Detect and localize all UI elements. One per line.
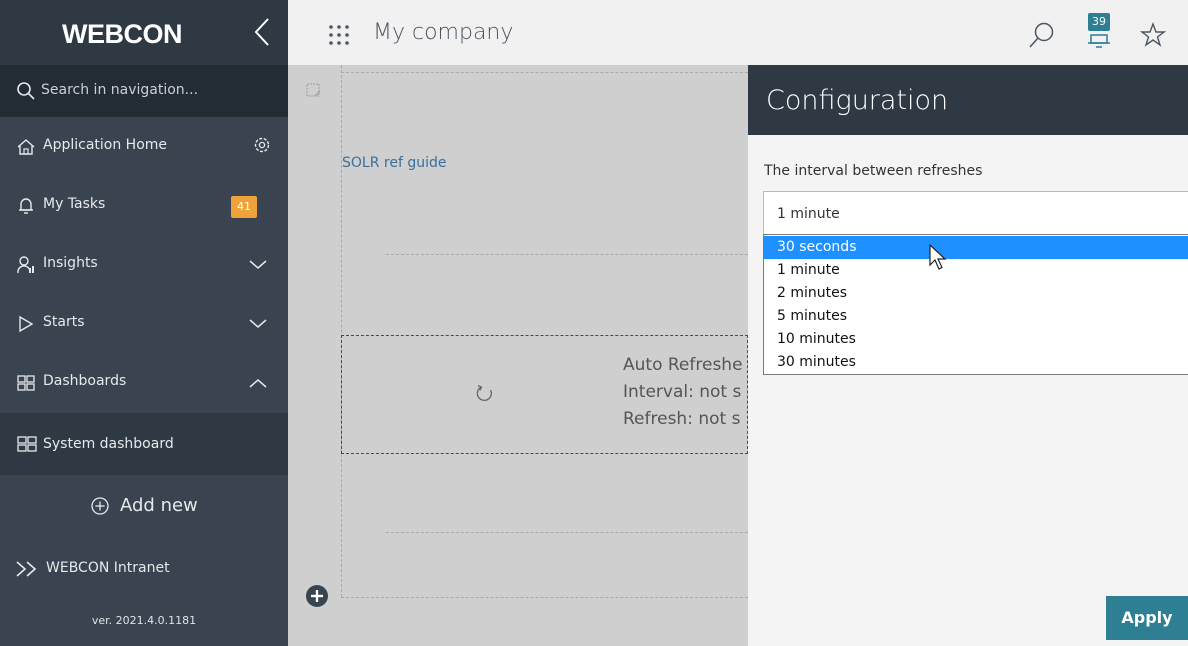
brand-bar: WEBCON bbox=[0, 0, 288, 65]
search-placeholder: Search in navigation... bbox=[41, 82, 199, 98]
sidebar-item-dashboards[interactable]: Dashboards bbox=[0, 353, 288, 412]
star-icon[interactable] bbox=[1140, 22, 1166, 48]
edit-cell-icon[interactable] bbox=[306, 83, 322, 99]
sidebar-item-label: My Tasks bbox=[43, 196, 106, 212]
sidebar-item-insights[interactable]: Insights bbox=[0, 235, 288, 294]
row-guide bbox=[341, 72, 748, 73]
interval-field-label: The interval between refreshes bbox=[764, 163, 983, 179]
gear-icon[interactable] bbox=[252, 135, 272, 155]
add-new-button[interactable]: Add new bbox=[0, 476, 288, 536]
brand-logo: WEBCON bbox=[62, 19, 183, 49]
collapse-sidebar-icon[interactable] bbox=[250, 16, 276, 48]
sidebar-item-webcon-intranet[interactable]: WEBCON Intranet bbox=[0, 540, 288, 596]
widget-interval-text: Interval: not s bbox=[623, 382, 742, 402]
sidebar-subitem-system-dashboard[interactable]: System dashboard bbox=[0, 413, 288, 475]
sidebar-item-starts[interactable]: Starts bbox=[0, 294, 288, 353]
sidebar-item-label: WEBCON Intranet bbox=[46, 560, 170, 576]
apps-grid-icon[interactable] bbox=[328, 24, 350, 46]
navigation-search[interactable]: Search in navigation... bbox=[0, 65, 288, 117]
notifications-count-badge: 39 bbox=[1088, 13, 1110, 31]
interval-select-value: 1 minute bbox=[777, 206, 840, 222]
search-icon[interactable] bbox=[1028, 21, 1056, 49]
company-title: My company bbox=[373, 20, 514, 45]
play-icon bbox=[19, 315, 34, 333]
dropdown-option[interactable]: 30 seconds bbox=[764, 236, 1188, 259]
chevron-down-icon[interactable] bbox=[248, 255, 268, 275]
chevron-up-icon[interactable] bbox=[248, 373, 268, 393]
widget-title: Auto Refreshe bbox=[623, 355, 743, 375]
refresh-icon[interactable] bbox=[475, 384, 495, 404]
dropdown-option[interactable]: 1 minute bbox=[764, 259, 1188, 282]
sidebar-subitem-label: System dashboard bbox=[43, 436, 174, 452]
add-new-label: Add new bbox=[120, 495, 198, 516]
dashboard-icon bbox=[17, 436, 37, 452]
solr-ref-guide-link[interactable]: SOLR ref guide bbox=[342, 155, 446, 171]
navigation-sidebar: WEBCON Search in navigation... Applicati… bbox=[0, 0, 288, 646]
row-guide bbox=[341, 597, 748, 598]
add-widget-button[interactable] bbox=[305, 584, 329, 608]
bell-icon bbox=[19, 198, 33, 214]
chevron-down-icon[interactable] bbox=[248, 314, 268, 334]
search-icon bbox=[17, 82, 35, 100]
plus-circle-icon bbox=[91, 497, 109, 515]
home-icon bbox=[17, 139, 35, 155]
sidebar-item-label: Starts bbox=[43, 314, 85, 330]
top-bar: My company 39 bbox=[288, 0, 1188, 65]
dropdown-option[interactable]: 2 minutes bbox=[764, 282, 1188, 305]
mouse-cursor-icon bbox=[929, 243, 947, 270]
panel-title: Configuration bbox=[766, 85, 949, 116]
dropdown-option[interactable]: 30 minutes bbox=[764, 351, 1188, 374]
row-guide bbox=[386, 532, 748, 533]
interval-select[interactable]: 1 minute bbox=[763, 191, 1188, 235]
dashboard-canvas: SOLR ref guide Auto Refreshe Interval: n… bbox=[288, 65, 748, 646]
widget-refresh-text: Refresh: not s bbox=[623, 409, 741, 429]
double-chevron-right-icon bbox=[16, 561, 37, 577]
sidebar-item-label: Insights bbox=[43, 255, 98, 271]
dropdown-option[interactable]: 10 minutes bbox=[764, 328, 1188, 351]
sidebar-item-label: Dashboards bbox=[43, 373, 127, 389]
auto-refresh-widget[interactable]: Auto Refreshe Interval: not s Refresh: n… bbox=[341, 335, 748, 454]
dropdown-option[interactable]: 5 minutes bbox=[764, 305, 1188, 328]
interval-dropdown-list: 30 seconds 1 minute 2 minutes 5 minutes … bbox=[763, 234, 1188, 375]
panel-header: Configuration bbox=[748, 65, 1188, 135]
configuration-panel: Configuration The interval between refre… bbox=[748, 65, 1188, 646]
version-label: ver. 2021.4.0.1181 bbox=[91, 614, 197, 627]
sidebar-item-application-home[interactable]: Application Home bbox=[0, 117, 288, 176]
row-guide bbox=[386, 254, 748, 255]
column-guide bbox=[341, 65, 342, 597]
dashboard-icon bbox=[17, 375, 35, 391]
apply-button[interactable]: Apply bbox=[1106, 596, 1188, 640]
sidebar-item-label: Application Home bbox=[43, 137, 168, 153]
tasks-count-badge: 41 bbox=[231, 196, 257, 218]
insights-icon bbox=[17, 256, 34, 274]
